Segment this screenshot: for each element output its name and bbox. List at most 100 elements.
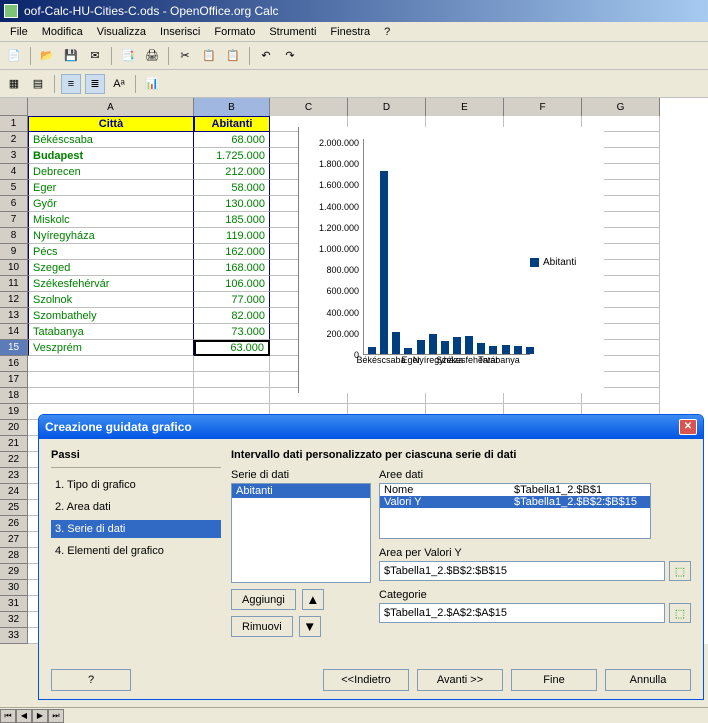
embedded-chart[interactable]: 0200.000400.000600.000800.0001.000.0001.… <box>298 127 604 393</box>
col-header-a[interactable]: A <box>28 98 194 116</box>
cell-population[interactable]: 1.725.000 <box>194 148 270 164</box>
cell-city[interactable]: Szombathely <box>28 308 194 324</box>
cell-city[interactable]: Eger <box>28 180 194 196</box>
col-header-c[interactable]: C <box>270 98 348 116</box>
row-header-13[interactable]: 13 <box>0 308 28 324</box>
empty-cell[interactable] <box>28 372 194 388</box>
row-header-2[interactable]: 2 <box>0 132 28 148</box>
cell-population[interactable]: 130.000 <box>194 196 270 212</box>
row-header-4[interactable]: 4 <box>0 164 28 180</box>
col-header-g[interactable]: G <box>582 98 660 116</box>
close-icon[interactable]: ✕ <box>679 419 697 435</box>
vgrid-icon[interactable]: ≣ <box>85 74 105 94</box>
open-icon[interactable]: 📂 <box>37 46 57 66</box>
move-down-icon[interactable]: ▼ <box>299 616 321 637</box>
cell-population[interactable]: 58.000 <box>194 180 270 196</box>
copy-icon[interactable]: 📋 <box>199 46 219 66</box>
wizard-step-3[interactable]: 3. Serie di dati <box>51 520 221 538</box>
cell-population[interactable]: 77.000 <box>194 292 270 308</box>
cell-city[interactable]: Győr <box>28 196 194 212</box>
cell-city[interactable]: Szolnok <box>28 292 194 308</box>
redo-icon[interactable]: ↷ <box>280 46 300 66</box>
row-header-5[interactable]: 5 <box>0 180 28 196</box>
wizard-step-2[interactable]: 2. Area dati <box>51 498 221 516</box>
row-header-32[interactable]: 32 <box>0 612 28 628</box>
area-listbox[interactable]: Nome$Tabella1_2.$B$1 Valori Y$Tabella1_2… <box>379 483 651 539</box>
shrink-range-icon[interactable]: ⬚ <box>669 603 691 623</box>
tab-next-icon[interactable]: ▶ <box>32 709 48 723</box>
undo-icon[interactable]: ↶ <box>256 46 276 66</box>
select-all-corner[interactable] <box>0 98 28 116</box>
row-header-14[interactable]: 14 <box>0 324 28 340</box>
row-header-33[interactable]: 33 <box>0 628 28 644</box>
series-item[interactable]: Abitanti <box>232 484 370 498</box>
row-header-6[interactable]: 6 <box>0 196 28 212</box>
col-header-b[interactable]: B <box>194 98 270 116</box>
cell-city[interactable]: Tatabanya <box>28 324 194 340</box>
row-header-24[interactable]: 24 <box>0 484 28 500</box>
print-icon[interactable]: 🖨 <box>142 46 162 66</box>
cell-city[interactable]: Nyíregyháza <box>28 228 194 244</box>
menu-inserisci[interactable]: Inserisci <box>154 24 206 39</box>
cell-population[interactable]: 106.000 <box>194 276 270 292</box>
cell-city[interactable]: Miskolc <box>28 212 194 228</box>
row-header-30[interactable]: 30 <box>0 580 28 596</box>
row-header-31[interactable]: 31 <box>0 596 28 612</box>
row-header-16[interactable]: 16 <box>0 356 28 372</box>
cell-population[interactable]: 162.000 <box>194 244 270 260</box>
empty-cell[interactable] <box>194 372 270 388</box>
remove-button[interactable]: Rimuovi <box>231 616 293 637</box>
header-abitanti[interactable]: Abitanti <box>194 116 270 132</box>
col-header-e[interactable]: E <box>426 98 504 116</box>
tab-first-icon[interactable]: ⏮ <box>0 709 16 723</box>
row-header-1[interactable]: 1 <box>0 116 28 132</box>
tab-last-icon[interactable]: ⏭ <box>48 709 64 723</box>
empty-cell[interactable] <box>28 388 194 404</box>
cell-population[interactable]: 185.000 <box>194 212 270 228</box>
cell-city[interactable]: Budapest <box>28 148 194 164</box>
row-header-23[interactable]: 23 <box>0 468 28 484</box>
shrink-range-icon[interactable]: ⬚ <box>669 561 691 581</box>
row-header-28[interactable]: 28 <box>0 548 28 564</box>
wizard-step-1[interactable]: 1. Tipo di grafico <box>51 476 221 494</box>
cell-population[interactable]: 73.000 <box>194 324 270 340</box>
cell-population[interactable]: 119.000 <box>194 228 270 244</box>
header-citta[interactable]: Città <box>28 116 194 132</box>
back-button[interactable]: <<Indietro <box>323 669 409 691</box>
help-button[interactable]: ? <box>51 669 131 691</box>
cell-population[interactable]: 82.000 <box>194 308 270 324</box>
paste-icon[interactable]: 📋 <box>223 46 243 66</box>
empty-cell[interactable] <box>194 388 270 404</box>
empty-cell[interactable] <box>194 356 270 372</box>
cell-city[interactable]: Szeged <box>28 260 194 276</box>
series-listbox[interactable]: Abitanti <box>231 483 371 583</box>
hgrid-icon[interactable]: ≡ <box>61 74 81 94</box>
menu-help[interactable]: ? <box>378 24 396 39</box>
row-header-26[interactable]: 26 <box>0 516 28 532</box>
categorie-input[interactable] <box>379 603 665 623</box>
add-button[interactable]: Aggiungi <box>231 589 296 610</box>
row-header-9[interactable]: 9 <box>0 244 28 260</box>
dialog-titlebar[interactable]: Creazione guidata grafico ✕ <box>39 415 703 439</box>
cut-icon[interactable]: ✂ <box>175 46 195 66</box>
scale-text-icon[interactable]: Aᵃ <box>109 74 129 94</box>
row-header-18[interactable]: 18 <box>0 388 28 404</box>
col-header-f[interactable]: F <box>504 98 582 116</box>
menu-strumenti[interactable]: Strumenti <box>263 24 322 39</box>
new-doc-icon[interactable]: 📄 <box>4 46 24 66</box>
row-header-27[interactable]: 27 <box>0 532 28 548</box>
col-header-d[interactable]: D <box>348 98 426 116</box>
cancel-button[interactable]: Annulla <box>605 669 691 691</box>
area-row-valori[interactable]: Valori Y$Tabella1_2.$B$2:$B$15 <box>380 496 650 508</box>
row-header-3[interactable]: 3 <box>0 148 28 164</box>
chart-icon[interactable]: 📊 <box>142 74 162 94</box>
row-header-22[interactable]: 22 <box>0 452 28 468</box>
row-header-11[interactable]: 11 <box>0 276 28 292</box>
cell-city[interactable]: Székesfehérvár <box>28 276 194 292</box>
menu-modifica[interactable]: Modifica <box>36 24 89 39</box>
layout-icon[interactable]: ▦ <box>4 74 24 94</box>
row-header-7[interactable]: 7 <box>0 212 28 228</box>
finish-button[interactable]: Fine <box>511 669 597 691</box>
row-header-25[interactable]: 25 <box>0 500 28 516</box>
save-icon[interactable]: 💾 <box>61 46 81 66</box>
